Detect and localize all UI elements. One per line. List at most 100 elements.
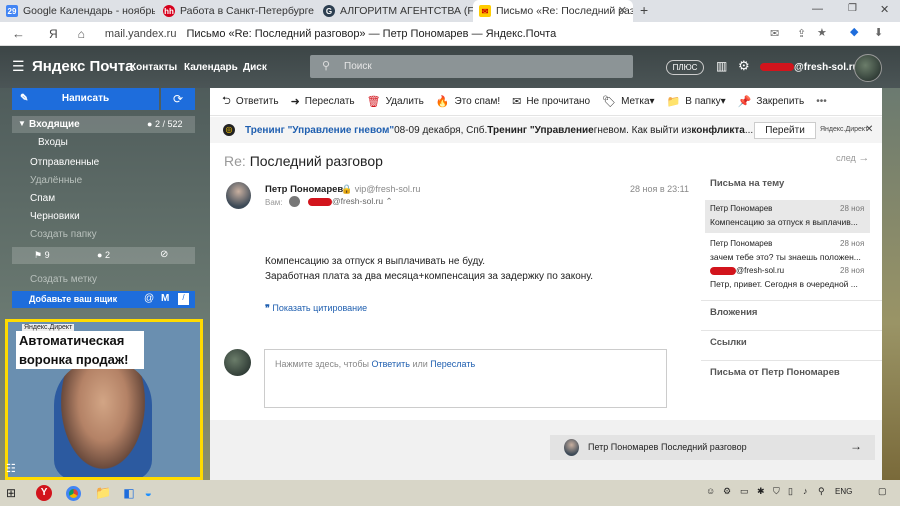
sender-email[interactable]: 🔒 vip@fresh-sol.ru <box>341 184 420 195</box>
bookmark-star-icon[interactable]: ★ <box>817 26 827 39</box>
minimize-icon[interactable]: — <box>812 3 823 15</box>
yandex-mail-logo[interactable]: Яндекс Почта <box>32 58 134 75</box>
sender-avatar[interactable] <box>226 182 251 209</box>
settings-gear-icon[interactable]: ⚙ <box>738 58 750 74</box>
trash-icon: 🗑 <box>366 96 381 108</box>
ad-go-button[interactable]: Перейти <box>754 122 816 139</box>
share-icon[interactable]: ⇪ <box>797 27 806 40</box>
folder-drafts[interactable]: Черновики <box>30 211 80 222</box>
plus-button[interactable]: ПЛЮС <box>666 60 704 75</box>
notification-tray-icon[interactable]: ▢ <box>878 486 887 497</box>
shield-tray-icon[interactable]: ⛉ <box>773 486 780 497</box>
settings-tray-icon[interactable]: ⚙ <box>723 486 731 497</box>
flagged-filter[interactable]: ⚑ 9 <box>34 250 50 261</box>
refresh-button[interactable]: ⟳ <box>161 88 195 110</box>
spam-button[interactable]: 🔥 Это спам! <box>436 95 500 108</box>
message-subject: Re: Последний разговор <box>224 153 383 169</box>
thread-item-3[interactable]: @fresh-sol.ru 28 ноя Петр, привет. Сегод… <box>705 262 870 295</box>
tab-yandex-mail[interactable]: ✉ Письмо «Re: Последний разго ✕ <box>473 0 633 22</box>
add-mailbox-button[interactable]: Добавьте ваш ящик @ M / <box>12 291 195 308</box>
close-window-icon[interactable]: ✕ <box>880 3 889 16</box>
folder-vhody[interactable]: Входы <box>38 137 68 148</box>
back-arrow-icon[interactable]: ← <box>12 26 25 41</box>
quick-reply-box[interactable]: Нажмите здесь, чтобы Ответить или Пересл… <box>264 349 667 408</box>
compose-button[interactable]: ✎ Написать <box>12 88 159 110</box>
recipient-avatar <box>289 196 300 207</box>
edge-taskbar-icon[interactable]: ◒ <box>145 486 152 500</box>
inbox-folder[interactable]: ▼ Входящие ● 2 / 522 <box>12 116 195 133</box>
more-button[interactable]: ••• <box>816 96 827 107</box>
collapse-icon[interactable]: ▼ <box>18 119 26 128</box>
at-icon: @ <box>144 293 155 304</box>
create-label-link[interactable]: Создать метку <box>30 274 97 285</box>
create-folder-link[interactable]: Создать папку <box>30 229 97 240</box>
ad-headline: Автоматическая воронка продаж! <box>16 331 144 369</box>
from-sender-section[interactable]: Письма от Петр Пономарев <box>710 367 840 378</box>
folder-spam[interactable]: Спам <box>30 193 55 204</box>
account-email[interactable]: @fresh-sol.ru <box>760 62 859 73</box>
reply-icon: ⮌ <box>222 95 231 107</box>
language-indicator[interactable]: ENG <box>835 487 852 496</box>
attachment-filter-icon[interactable]: ⊘ <box>160 249 168 260</box>
new-tab-button[interactable]: + <box>640 2 648 18</box>
search-input[interactable]: ⚲ Поиск <box>310 55 633 78</box>
sender-name[interactable]: Петр Пономарев <box>265 184 343 195</box>
links-section[interactable]: Ссылки <box>710 337 747 348</box>
ad-title[interactable]: Тренинг "Управление гневом" <box>245 125 394 136</box>
yandex-browser-taskbar-icon[interactable]: Y <box>36 485 53 501</box>
next-subject: Последний разговор <box>661 442 747 452</box>
pin-button[interactable]: 📌 Закрепить <box>738 95 805 108</box>
close-tab-icon[interactable]: ✕ <box>618 4 627 17</box>
avatar[interactable] <box>854 54 882 82</box>
emoji-tray-icon[interactable]: ☺ <box>706 486 715 496</box>
tab-title: Google Календарь - ноябрь 20 <box>23 5 155 17</box>
unread-filter[interactable]: ● 2 <box>97 250 110 260</box>
tab-google-calendar[interactable]: 29 Google Календарь - ноябрь 20 <box>0 0 155 22</box>
contacts-link[interactable]: Контакты <box>130 62 177 73</box>
yandex-browser-icon[interactable]: Я <box>49 27 58 41</box>
show-quote-link[interactable]: ❞ Показать цитирование <box>265 303 367 314</box>
folder-deleted[interactable]: Удалённые <box>30 175 82 186</box>
bluetooth-tray-icon[interactable]: ✱ <box>757 486 765 497</box>
thread-item-1[interactable]: Петр Пономарев 28 ноя Компенсацию за отп… <box>705 200 870 233</box>
next-link[interactable]: след → <box>836 152 869 164</box>
ad-close-icon[interactable]: ✕ <box>865 124 873 135</box>
calendar-link[interactable]: Календарь <box>184 62 238 73</box>
sidebar-ad[interactable]: Яндекс.Директ Автоматическая воронка про… <box>5 319 203 480</box>
account-suffix: @fresh-sol.ru <box>794 62 859 73</box>
move-folder-button[interactable]: 📁 В папку ▾ <box>667 95 726 108</box>
ad-banner[interactable]: ◎ Тренинг "Управление гневом" 08-09 дека… <box>210 117 882 143</box>
battery-tray-icon[interactable]: ▯ <box>788 486 793 497</box>
forward-button[interactable]: ➜ Переслать <box>291 95 355 108</box>
recipient-email[interactable]: @fresh-sol.ru ⌃ <box>308 196 393 207</box>
next-message-nav[interactable]: Петр Пономарев Последний разговор → <box>550 435 875 460</box>
tab-hh-work[interactable]: hh Работа в Санкт-Петербурге, по <box>157 0 315 22</box>
network-tray-icon[interactable]: ⚲ <box>818 486 825 497</box>
display-tray-icon[interactable]: ▭ <box>740 486 749 497</box>
unread-button[interactable]: ✉ Не прочитано <box>512 95 590 108</box>
mail-icon[interactable]: ✉ <box>770 27 779 40</box>
chrome-taskbar-icon[interactable] <box>66 485 82 501</box>
explorer-taskbar-icon[interactable]: 📁 <box>95 485 111 501</box>
restore-icon[interactable]: ❐ <box>848 3 857 14</box>
attachments-section[interactable]: Вложения <box>710 307 757 318</box>
folder-sent[interactable]: Отправленные <box>30 157 99 168</box>
volume-tray-icon[interactable]: ♪ <box>803 486 808 496</box>
protect-icon[interactable]: ⌂ <box>78 27 85 41</box>
url-field[interactable]: mail.yandex.ru <box>105 28 177 40</box>
menu-icon[interactable]: ☰ <box>12 58 25 75</box>
start-icon[interactable]: ⊞ <box>6 486 16 500</box>
disk-link[interactable]: Диск <box>243 62 267 73</box>
delete-button[interactable]: 🗑 Удалить <box>367 95 424 108</box>
thread-item-from: Петр Пономарев <box>710 239 773 248</box>
tab-algorithm[interactable]: G АЛГОРИТМ АГЕНТСТВА (FS) <box>317 0 473 22</box>
download-icon[interactable]: ⬇ <box>874 26 883 39</box>
reply-button[interactable]: ⮌ Ответить <box>222 92 279 111</box>
next-arrow-icon[interactable]: → <box>850 439 862 453</box>
layout-icon[interactable]: ▥ <box>716 59 727 73</box>
app-taskbar-icon[interactable]: ◧ <box>123 486 134 500</box>
extension-icon[interactable]: ◆ <box>850 25 858 38</box>
compose-label: Написать <box>61 93 110 104</box>
label-button[interactable]: 🏷 Метка ▾ <box>602 95 654 108</box>
sidebar-settings-icon[interactable]: ☷ <box>6 462 16 475</box>
